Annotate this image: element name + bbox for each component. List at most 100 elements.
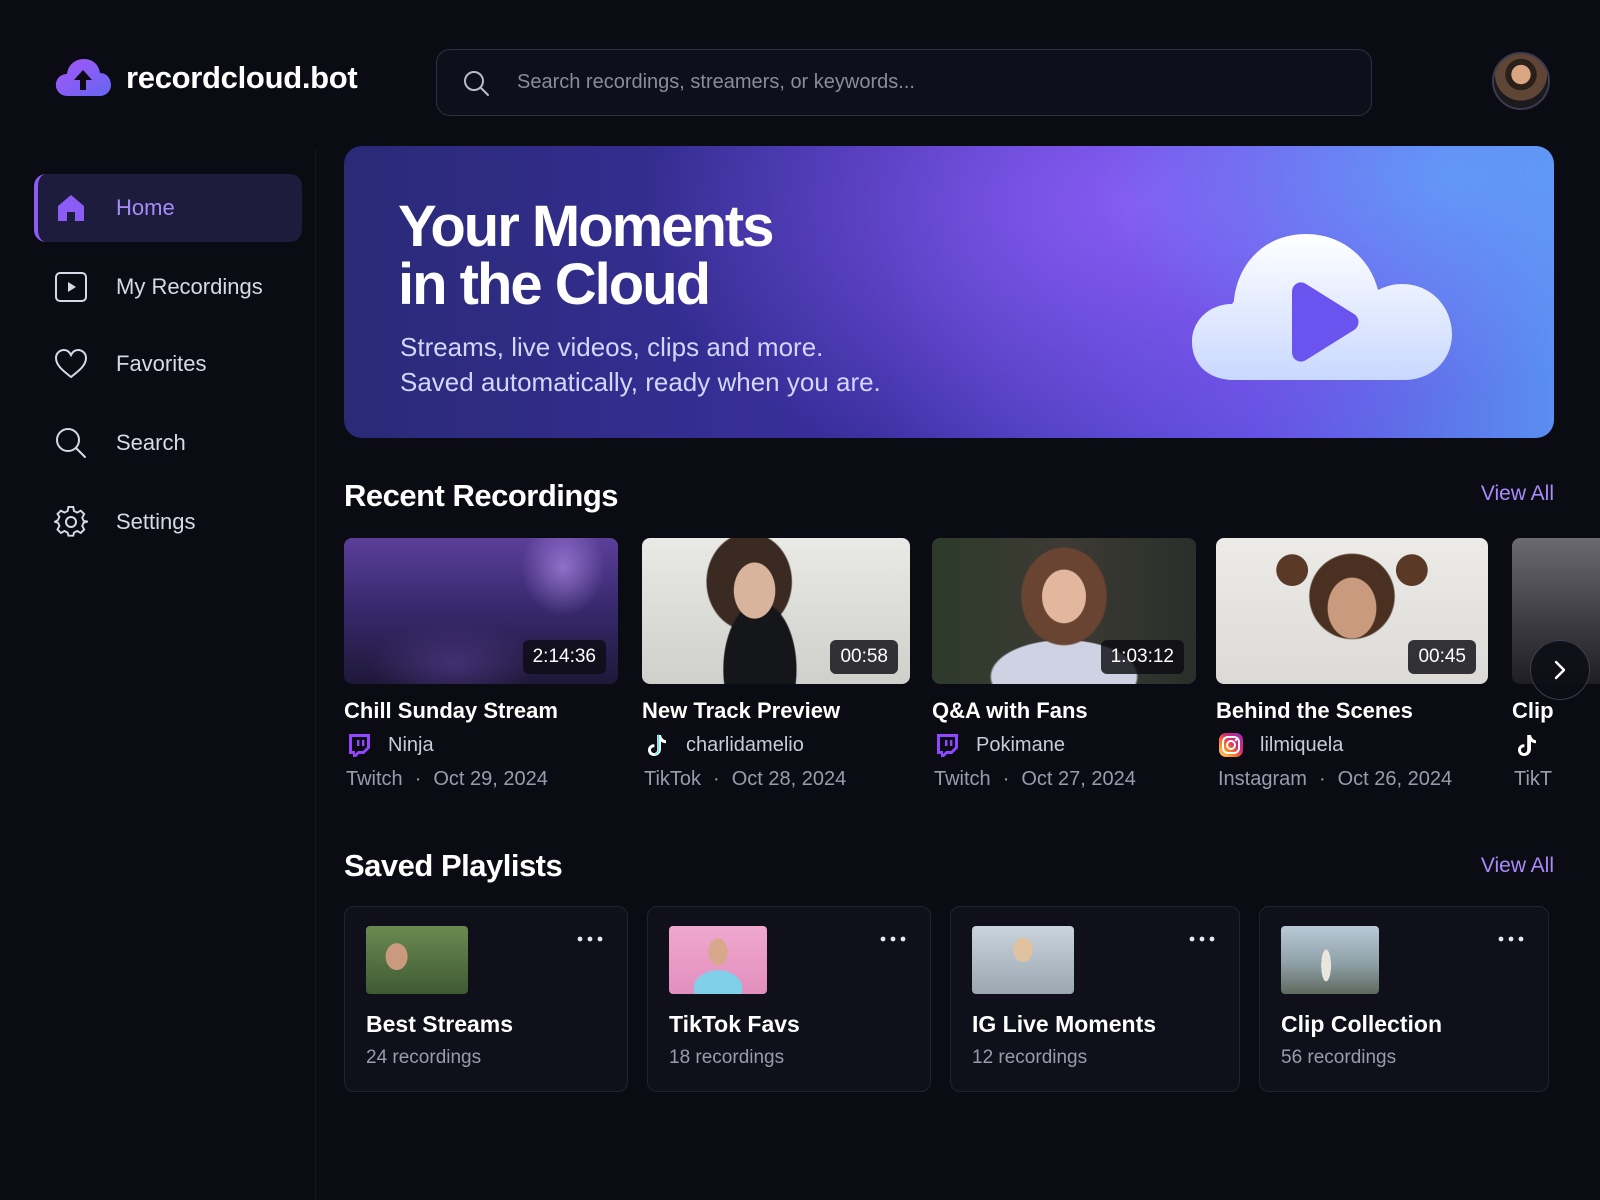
- platform-name: Instagram: [1218, 768, 1307, 790]
- playlists-view-all-link[interactable]: View All: [1481, 854, 1554, 878]
- recent-recordings-row: 2:14:36 Chill Sunday Stream Ninja Twitch…: [344, 538, 1600, 800]
- creator-name: charlidamelio: [686, 733, 804, 756]
- recording-meta: Instagram · Oct 26, 2024: [1218, 768, 1453, 790]
- sidebar-item-search[interactable]: Search: [34, 409, 302, 477]
- sidebar-item-home[interactable]: Home: [34, 174, 302, 242]
- tiktok-icon: [1518, 735, 1536, 756]
- app-logo[interactable]: recordcloud.bot: [54, 56, 358, 100]
- recording-card[interactable]: 1:03:12 Q&A with Fans Pokimane Twitch · Oc…: [932, 538, 1196, 800]
- tiktok-icon: [648, 734, 666, 756]
- sidebar: Home My Recordings Favorites Search Sett…: [0, 150, 316, 1200]
- playlist-thumbnail: [972, 926, 1074, 994]
- recording-date: Oct 26, 2024: [1337, 768, 1453, 790]
- more-options-icon[interactable]: [1496, 929, 1526, 949]
- sidebar-item-label: Search: [116, 430, 186, 455]
- recent-recordings-title: Recent Recordings: [344, 478, 619, 513]
- platform-name: TikTok: [644, 768, 702, 790]
- recording-duration: 00:45: [1408, 640, 1476, 674]
- playlist-thumbnail: [366, 926, 468, 994]
- playlist-title: TikTok Favs: [669, 1011, 800, 1037]
- hero-subtitle-line-2: Saved automatically, ready when you are.: [400, 367, 881, 397]
- gear-icon: [54, 505, 88, 537]
- app-name: recordcloud.bot: [126, 60, 358, 95]
- recording-creator: charlidamelio: [644, 732, 804, 758]
- heart-icon: [54, 348, 88, 379]
- more-options-icon[interactable]: [878, 929, 908, 949]
- sidebar-item-my-recordings[interactable]: My Recordings: [34, 253, 302, 321]
- recording-creator: lilmiquela: [1218, 732, 1343, 758]
- playlist-title: Clip Collection: [1281, 1011, 1442, 1037]
- playlist-card[interactable]: IG Live Moments 12 recordings: [950, 906, 1240, 1092]
- recording-creator: Pokimane: [934, 732, 1065, 758]
- twitch-icon: [349, 734, 370, 757]
- sidebar-item-label: My Recordings: [116, 274, 263, 299]
- chevron-right-icon: [1554, 660, 1566, 680]
- playlist-thumbnail: [1281, 926, 1379, 994]
- playlist-count: 18 recordings: [669, 1047, 785, 1068]
- hero-subtitle: Streams, live videos, clips and more. Sa…: [400, 330, 881, 400]
- recording-meta: Twitch · Oct 29, 2024: [346, 768, 548, 790]
- sidebar-item-label: Favorites: [116, 351, 207, 376]
- recording-title: Chill Sunday Stream: [344, 698, 558, 723]
- playlist-count: 12 recordings: [972, 1047, 1088, 1068]
- recording-thumbnail: 00:58: [642, 538, 910, 684]
- playlist-count: 24 recordings: [366, 1047, 482, 1068]
- creator-name: Pokimane: [976, 733, 1065, 756]
- sidebar-item-label: Settings: [116, 509, 196, 534]
- platform-name: Twitch: [346, 768, 403, 790]
- creator-name: Ninja: [388, 733, 434, 756]
- hero-title-line-1: Your Moments: [398, 194, 775, 259]
- playlist-card[interactable]: Best Streams 24 recordings: [344, 906, 628, 1092]
- hero-title-line-2: in the Cloud: [398, 252, 711, 317]
- carousel-next-button[interactable]: [1530, 640, 1590, 700]
- recording-date: Oct 29, 2024: [433, 768, 548, 790]
- sidebar-item-favorites[interactable]: Favorites: [34, 330, 302, 398]
- sidebar-item-label: Home: [116, 195, 175, 220]
- recording-thumbnail: 1:03:12: [932, 538, 1196, 684]
- recording-thumbnail: 2:14:36: [344, 538, 618, 684]
- search-input[interactable]: [517, 71, 1337, 94]
- playlist-thumbnail: [669, 926, 767, 994]
- recording-meta: TikT: [1514, 768, 1552, 791]
- twitch-icon: [937, 734, 958, 757]
- playlist-card[interactable]: Clip Collection 56 recordings: [1259, 906, 1549, 1092]
- user-avatar[interactable]: [1492, 52, 1550, 110]
- cloud-play-icon: [1192, 234, 1452, 380]
- recording-meta: Twitch · Oct 27, 2024: [934, 768, 1136, 790]
- recording-date: Oct 27, 2024: [1021, 768, 1136, 790]
- recording-duration: 1:03:12: [1100, 640, 1184, 674]
- home-icon: [58, 195, 84, 221]
- recording-meta: TikTok · Oct 28, 2024: [644, 768, 847, 790]
- playlist-count: 56 recordings: [1281, 1047, 1397, 1068]
- recording-title: New Track Preview: [642, 698, 841, 723]
- hero-title: Your Moments in the Cloud: [398, 198, 958, 314]
- creator-name: lilmiquela: [1260, 733, 1344, 756]
- playlist-title: IG Live Moments: [972, 1011, 1157, 1037]
- more-options-icon[interactable]: [1187, 929, 1217, 949]
- recording-title: Behind the Scenes: [1216, 698, 1413, 723]
- hero-banner: Your Moments in the Cloud Streams, live …: [344, 146, 1554, 438]
- search-bar[interactable]: [436, 49, 1372, 116]
- recording-title: Clip: [1512, 698, 1554, 723]
- platform-name: TikT: [1514, 768, 1553, 790]
- instagram-icon: [1219, 733, 1243, 757]
- search-icon: [464, 70, 489, 96]
- playlist-card[interactable]: TikTok Favs 18 recordings: [647, 906, 931, 1092]
- recording-card[interactable]: 2:14:36 Chill Sunday Stream Ninja Twitch…: [344, 538, 618, 800]
- cloud-upload-icon: [55, 59, 111, 96]
- recording-title: Q&A with Fans: [932, 698, 1088, 723]
- recording-creator: Ninja: [346, 732, 434, 758]
- recording-creator: [1514, 732, 1556, 758]
- recording-date: Oct 28, 2024: [731, 768, 847, 790]
- recent-view-all-link[interactable]: View All: [1481, 482, 1554, 506]
- recording-card[interactable]: 00:58 New Track Preview charlidamelio Ti…: [642, 538, 910, 800]
- playlist-title: Best Streams: [366, 1011, 514, 1037]
- sidebar-item-settings[interactable]: Settings: [34, 488, 302, 556]
- saved-playlists-title: Saved Playlists: [344, 848, 563, 883]
- recording-thumbnail: 00:45: [1216, 538, 1488, 684]
- hero-subtitle-line-1: Streams, live videos, clips and more.: [400, 332, 824, 362]
- more-options-icon[interactable]: [575, 929, 605, 949]
- recording-card[interactable]: 00:45 Behind the Scenes lilmiquela Insta…: [1216, 538, 1488, 800]
- play-square-icon: [55, 272, 87, 302]
- recording-duration: 00:58: [830, 640, 898, 674]
